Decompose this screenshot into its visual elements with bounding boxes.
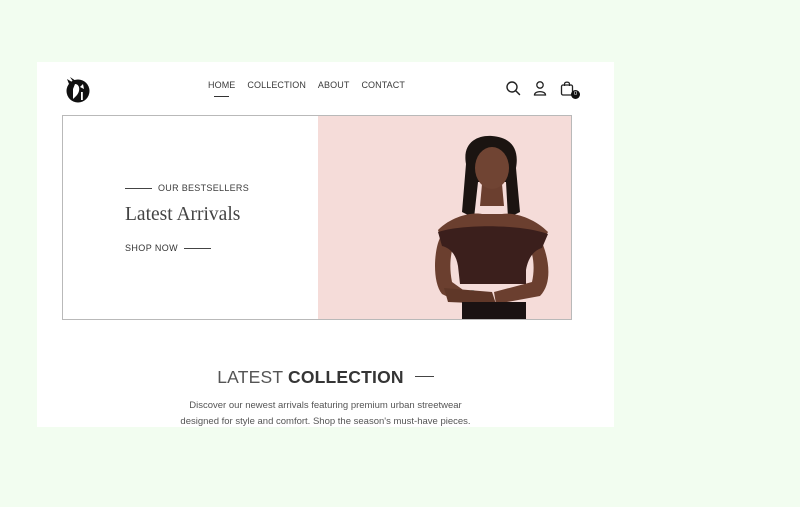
search-icon[interactable] [505,80,521,96]
cart-count-badge: 0 [571,90,580,99]
collection-heading-bold: COLLECTION [287,367,404,387]
hero-image-panel [318,116,571,319]
collection-heading: LATEST COLLECTION [37,367,614,388]
collection-description: Discover our newest arrivals featuring p… [37,398,614,427]
hero-eyebrow: OUR BESTSELLERS [125,183,249,193]
collection-heading-light: LATEST [217,367,283,387]
hero-eyebrow-text: OUR BESTSELLERS [158,183,250,193]
nav-collection[interactable]: COLLECTION [247,80,306,90]
nav-about[interactable]: ABOUT [318,80,350,90]
hero-text-panel: OUR BESTSELLERS Latest Arrivals SHOP NOW [63,116,318,319]
hero-model-image [435,135,549,319]
page-container: HOME COLLECTION ABOUT CONTACT 0 OUR BEST… [37,62,614,427]
shop-now-line [184,247,212,249]
header-icons: 0 [505,80,580,99]
main-nav: HOME COLLECTION ABOUT CONTACT [208,80,405,97]
nav-home[interactable]: HOME [208,80,235,97]
shop-now-link[interactable]: SHOP NOW [125,243,212,253]
collection-heading-line [414,375,434,378]
cart-button[interactable]: 0 [559,80,580,99]
hero-banner: OUR BESTSELLERS Latest Arrivals SHOP NOW [62,115,572,320]
brand-logo[interactable] [64,75,90,103]
nav-contact[interactable]: CONTACT [361,80,405,90]
hero-title: Latest Arrivals [125,204,241,225]
user-icon[interactable] [532,80,548,96]
shop-now-label: SHOP NOW [125,243,179,253]
collection-description-line2: designed for style and comfort. Shop the… [180,415,471,427]
eyebrow-line [125,187,152,189]
collection-description-line1: Discover our newest arrivals featuring p… [189,400,462,411]
